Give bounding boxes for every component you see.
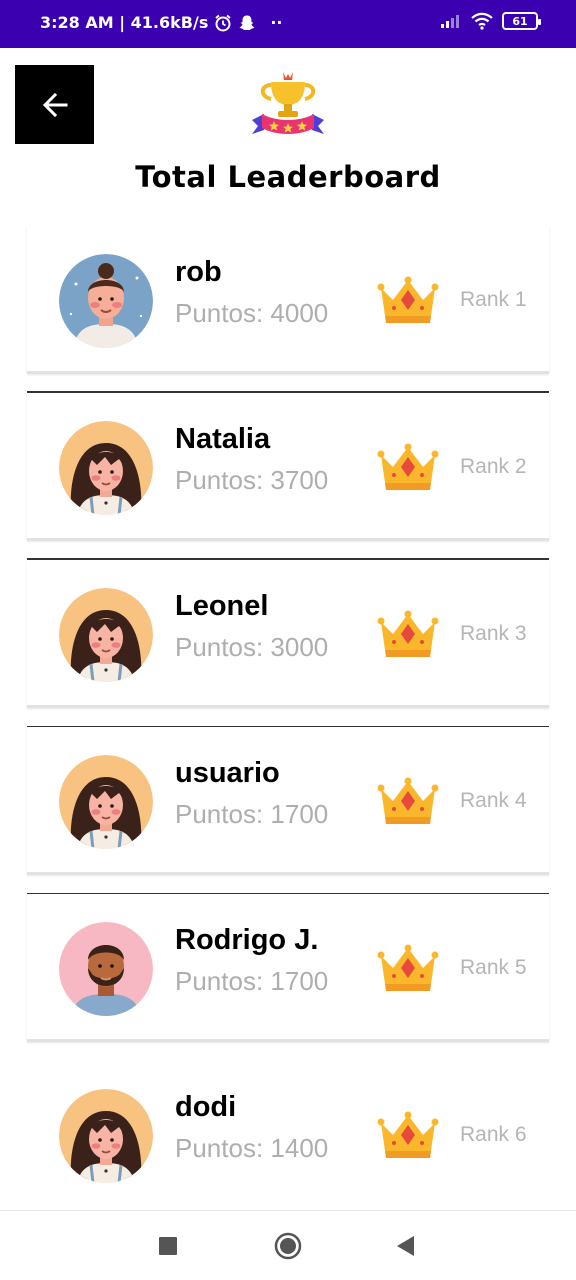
status-dots: ··: [270, 13, 283, 32]
ghost-icon: [239, 15, 255, 30]
avatar-man-bun: [59, 254, 153, 348]
leaderboard-card[interactable]: Rodrigo J. Puntos: 1700 Rank 5: [27, 894, 549, 1042]
battery-indicator: 61: [502, 12, 541, 30]
crown-icon: [377, 443, 439, 490]
player-points: Puntos: 1400: [175, 1133, 329, 1163]
player-name: Natalia: [175, 423, 271, 455]
player-name: Leonel: [175, 590, 269, 622]
player-points: Puntos: 3700: [175, 465, 329, 495]
circle-icon[interactable]: [274, 1232, 302, 1260]
leaderboard-list: rob Puntos: 4000 Rank 1 Natalia Puntos: …: [27, 226, 549, 1228]
leaderboard-card[interactable]: rob Puntos: 4000 Rank 1: [27, 226, 549, 374]
status-left: 3:28 AM | 41.6kB/s ··: [40, 13, 283, 32]
crown-icon: [377, 944, 439, 991]
signal-icon: [441, 15, 459, 28]
arrow-left-icon: [42, 92, 67, 117]
status-right: 61: [440, 12, 541, 30]
player-points: Puntos: 4000: [175, 298, 329, 328]
player-points: Puntos: 1700: [175, 966, 329, 996]
leaderboard-card[interactable]: usuario Puntos: 1700 Rank 4: [27, 727, 549, 875]
avatar-woman-bangs: [59, 421, 153, 515]
leaderboard-card[interactable]: Leonel Puntos: 3000 Rank 3: [27, 560, 549, 708]
crown-icon: [377, 777, 439, 824]
player-rank: Rank 6: [460, 1123, 527, 1146]
status-bar: 3:28 AM | 41.6kB/s ·· 61: [0, 0, 576, 48]
trophy-icon: [252, 72, 324, 134]
alarm-icon: [215, 14, 231, 31]
wifi-icon: [471, 12, 493, 30]
crown-icon: [377, 1111, 439, 1158]
leaderboard-card[interactable]: Natalia Puntos: 3700 Rank 2: [27, 393, 549, 541]
avatar-woman-bangs: [59, 1089, 153, 1183]
page-title: Total Leaderboard: [135, 160, 441, 194]
player-rank: Rank 5: [460, 956, 527, 979]
battery-level: 61: [512, 14, 528, 28]
player-rank: Rank 3: [460, 622, 527, 645]
player-rank: Rank 1: [460, 288, 527, 311]
avatar-woman-bangs: [59, 588, 153, 682]
back-button[interactable]: [15, 65, 94, 144]
system-nav-bar: [0, 1210, 576, 1280]
square-icon[interactable]: [159, 1237, 177, 1255]
player-points: Puntos: 1700: [175, 799, 329, 829]
player-points: Puntos: 3000: [175, 632, 329, 662]
avatar-bearded-man: [59, 922, 153, 1016]
player-rank: Rank 4: [460, 789, 527, 812]
player-name: Rodrigo J.: [175, 924, 319, 956]
status-time: 3:28 AM | 41.6kB/s: [40, 13, 209, 32]
leaderboard-card[interactable]: dodi Puntos: 1400 Rank 6: [27, 1061, 549, 1209]
player-name: dodi: [175, 1091, 237, 1123]
crown-icon: [377, 610, 439, 657]
crown-icon: [377, 276, 439, 323]
player-name: usuario: [175, 757, 280, 789]
triangle-back-icon[interactable]: [397, 1236, 415, 1256]
avatar-woman-bangs: [59, 755, 153, 849]
player-rank: Rank 2: [460, 455, 527, 478]
player-name: rob: [175, 256, 222, 288]
